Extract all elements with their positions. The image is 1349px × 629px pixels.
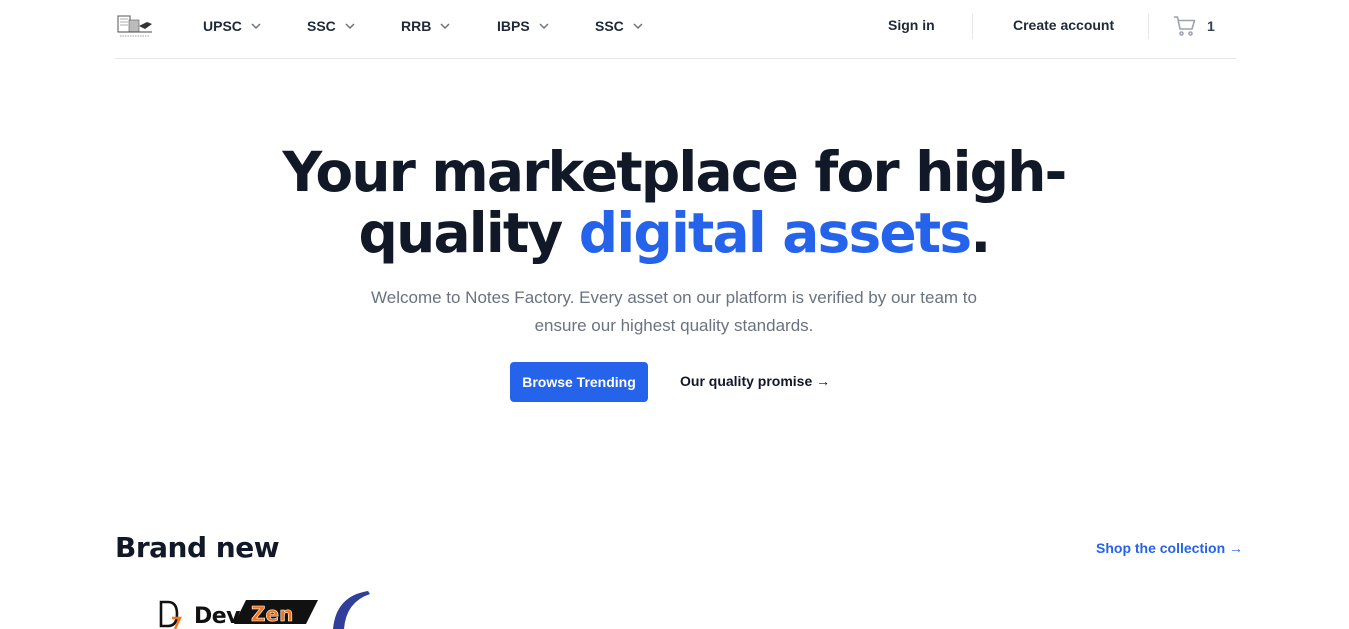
shopping-cart-icon <box>1173 16 1196 36</box>
nav-label: SSC <box>307 18 336 34</box>
nav-label: IBPS <box>497 18 530 34</box>
cart-button[interactable]: 1 <box>1173 15 1215 37</box>
site-header: UPSC SSC RRB IBPS SSC Sign in Create acc… <box>115 0 1236 59</box>
site-logo[interactable] <box>117 14 153 40</box>
product-logo-zen: Zen <box>251 602 293 626</box>
nav-upsc[interactable]: UPSC <box>203 17 262 35</box>
nav-ssc-2[interactable]: SSC <box>595 17 644 35</box>
chevron-down-icon <box>539 23 549 30</box>
nav-label: RRB <box>401 18 432 34</box>
cart-count: 1 <box>1207 18 1215 34</box>
header-divider <box>972 14 973 39</box>
shop-collection-link[interactable]: Shop the collection → <box>1096 540 1243 556</box>
nav-label: SSC <box>595 18 624 34</box>
hero-title-accent: digital assets <box>578 201 972 265</box>
nav-rrb[interactable]: RRB <box>401 17 451 35</box>
chevron-down-icon <box>345 23 355 30</box>
chevron-down-icon <box>251 23 261 30</box>
nav-label: UPSC <box>203 18 242 34</box>
quality-promise-link[interactable]: Our quality promise → <box>680 373 830 391</box>
create-account-link[interactable]: Create account <box>1013 17 1114 35</box>
header-divider <box>1148 14 1149 39</box>
product-logo-dev: Dev <box>194 604 241 629</box>
hero-subtitle: Welcome to Notes Factory. Every asset on… <box>371 288 977 335</box>
product-card-thumbnail[interactable]: Dev Zen <box>158 588 388 629</box>
nav-ssc[interactable]: SSC <box>307 17 356 35</box>
hero-title: Your marketplace for high-quality digita… <box>274 142 1074 264</box>
browse-trending-button[interactable]: Browse Trending <box>510 362 648 402</box>
hero-title-end: . <box>970 201 991 265</box>
nav-ibps[interactable]: IBPS <box>497 17 550 35</box>
chevron-down-icon <box>633 23 643 30</box>
sign-in-link[interactable]: Sign in <box>888 17 935 35</box>
chevron-down-icon <box>440 23 450 30</box>
brand-new-heading: Brand new <box>115 531 280 564</box>
